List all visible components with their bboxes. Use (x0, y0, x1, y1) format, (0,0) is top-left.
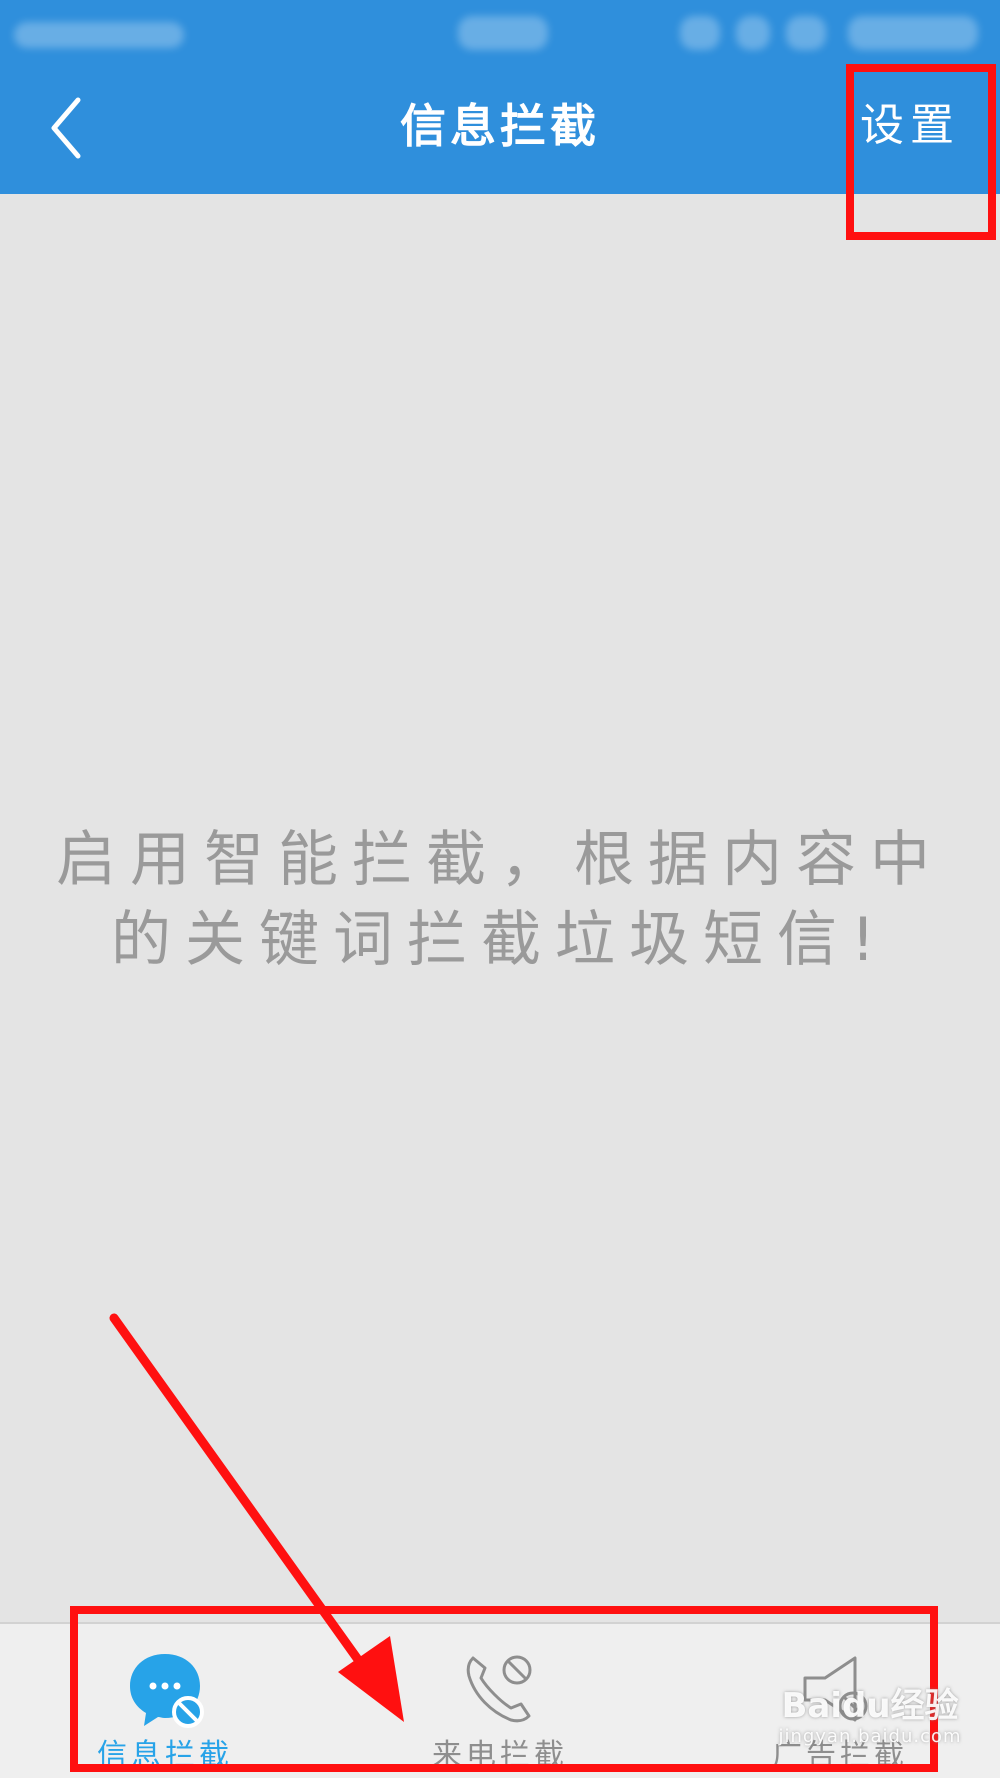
back-button[interactable] (40, 92, 100, 164)
tab-label: 信息拦截 (97, 1738, 233, 1773)
carrier-blurred (14, 22, 184, 48)
empty-message-line-1: 启用智能拦截，根据内容中 (56, 825, 944, 895)
phone-block-icon (455, 1644, 545, 1734)
speaker-block-icon (795, 1644, 885, 1734)
tab-label: 来电拦截 (432, 1738, 568, 1773)
empty-message-line-2: 的关键词拦截垃圾短信! (110, 905, 890, 975)
tab-label: 广告拦截 (772, 1738, 908, 1773)
tab-call-block[interactable]: 来电拦截 (380, 1624, 620, 1778)
empty-state-message: 启用智能拦截，根据内容中 的关键词拦截垃圾短信! (50, 820, 950, 980)
message-block-icon (120, 1644, 210, 1734)
clock-blurred (458, 16, 548, 50)
battery-blurred (848, 16, 978, 50)
status-icon-blurred (736, 16, 770, 50)
tab-message-block[interactable]: 信息拦截 (45, 1624, 285, 1778)
bottom-tab-bar: 信息拦截 来电拦截 广告拦截 (0, 1622, 1000, 1778)
status-icon-blurred (680, 16, 720, 50)
page-title: 信息拦截 (400, 99, 600, 153)
wifi-icon-blurred (786, 16, 826, 50)
chevron-left-icon (51, 97, 81, 159)
app-screen: 信息拦截 设置 启用智能拦截，根据内容中 的关键词拦截垃圾短信! 信息拦截 来电… (0, 0, 1000, 1778)
settings-button[interactable]: 设置 (850, 96, 970, 156)
status-bar (0, 0, 1000, 66)
tab-ad-block[interactable]: 广告拦截 (720, 1624, 960, 1778)
header-bar: 信息拦截 设置 (0, 0, 1000, 194)
